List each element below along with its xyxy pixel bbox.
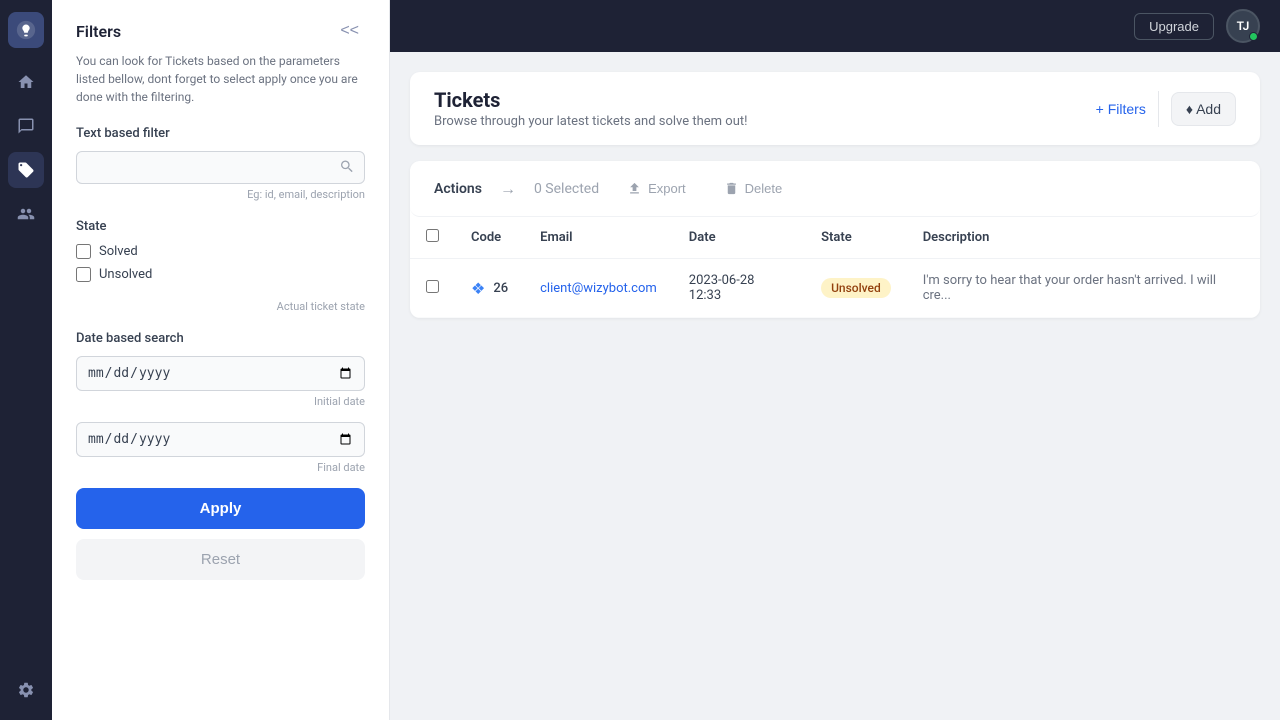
actions-label: Actions — [434, 181, 482, 197]
sidebar-item-settings[interactable] — [8, 672, 44, 708]
filter-panel-header: Filters << — [76, 20, 365, 42]
description-col-header: Description — [907, 217, 1260, 259]
sidebar-item-users[interactable] — [8, 196, 44, 232]
unsolved-label[interactable]: Unsolved — [99, 267, 152, 282]
reset-button[interactable]: Reset — [76, 539, 365, 580]
initial-date-input[interactable] — [76, 356, 365, 391]
initial-date-hint: Initial date — [76, 395, 365, 408]
add-button[interactable]: ♦ Add — [1171, 92, 1236, 126]
sidebar-item-home[interactable] — [8, 64, 44, 100]
avatar[interactable]: TJ — [1226, 9, 1260, 43]
description-text: I'm sorry to hear that your order hasn't… — [923, 273, 1216, 303]
tickets-title-section: Tickets Browse through your latest ticke… — [434, 88, 747, 129]
state-col-header: State — [805, 217, 907, 259]
filter-description: You can look for Tickets based on the pa… — [76, 52, 365, 106]
ticket-code-value: 26 — [493, 281, 508, 296]
date-section-label: Date based search — [76, 331, 365, 346]
row-date-cell: 2023-06-28 12:33 — [673, 259, 805, 318]
tickets-subtitle: Browse through your latest tickets and s… — [434, 114, 747, 129]
unsolved-checkbox[interactable] — [76, 267, 91, 282]
delete-button[interactable]: Delete — [714, 175, 793, 202]
row-code-cell: ❖ 26 — [455, 259, 524, 318]
solved-checkbox-row: Solved — [76, 244, 365, 259]
text-filter-label: Text based filter — [76, 126, 365, 141]
selected-count: 0 Selected — [534, 181, 599, 197]
table-header: Code Email Date State Description — [410, 217, 1260, 259]
select-all-col — [410, 217, 455, 259]
state-label: State — [76, 219, 365, 234]
table-row: ❖ 26 client@wizybot.com 2023-06-28 12:33 — [410, 259, 1260, 318]
row-select-cell — [410, 259, 455, 318]
email-link[interactable]: client@wizybot.com — [540, 281, 657, 296]
sidebar-item-chat[interactable] — [8, 108, 44, 144]
email-col-header: Email — [524, 217, 673, 259]
tag-icon: ❖ — [471, 279, 485, 298]
avatar-initials: TJ — [1237, 19, 1250, 33]
export-button[interactable]: Export — [617, 175, 696, 202]
search-button[interactable] — [339, 158, 355, 177]
row-email-cell: client@wizybot.com — [524, 259, 673, 318]
sidebar — [0, 0, 52, 720]
tickets-table: Code Email Date State Description — [410, 217, 1260, 318]
solved-label[interactable]: Solved — [99, 244, 138, 259]
state-section: State Solved Unsolved — [76, 219, 365, 282]
upgrade-button[interactable]: Upgrade — [1134, 13, 1214, 40]
sidebar-item-tags[interactable] — [8, 152, 44, 188]
text-filter-input[interactable] — [76, 151, 365, 184]
arrow-icon: → — [500, 179, 516, 199]
state-badge: Unsolved — [821, 278, 891, 298]
state-hint: Actual ticket state — [76, 300, 365, 313]
topbar: Upgrade TJ — [390, 0, 1280, 52]
filter-title: Filters — [76, 22, 121, 41]
date-col-header: Date — [673, 217, 805, 259]
row-checkbox[interactable] — [426, 280, 439, 293]
table-wrapper: Code Email Date State Description — [410, 217, 1260, 318]
filter-panel: Filters << You can look for Tickets base… — [52, 0, 390, 720]
content-area: Upgrade TJ Tickets Browse through your l… — [390, 0, 1280, 720]
row-state-cell: Unsolved — [805, 259, 907, 318]
select-all-checkbox[interactable] — [426, 229, 439, 242]
filters-button[interactable]: + Filters — [1096, 101, 1146, 117]
avatar-online-dot — [1249, 32, 1258, 41]
unsolved-checkbox-row: Unsolved — [76, 267, 365, 282]
solved-checkbox[interactable] — [76, 244, 91, 259]
text-filter-hint: Eg: id, email, description — [76, 188, 365, 201]
code-col-header: Code — [455, 217, 524, 259]
tickets-table-card: Actions → 0 Selected Export Delete — [410, 161, 1260, 318]
page-content: Tickets Browse through your latest ticke… — [390, 52, 1280, 720]
main-layout: Filters << You can look for Tickets base… — [52, 0, 1280, 720]
row-description-cell: I'm sorry to hear that your order hasn't… — [907, 259, 1260, 318]
date-section: Date based search Initial date Final dat… — [76, 331, 365, 474]
divider — [1158, 91, 1159, 127]
text-filter-wrapper — [76, 151, 365, 184]
tickets-header-card: Tickets Browse through your latest ticke… — [410, 72, 1260, 145]
tickets-title: Tickets — [434, 88, 747, 112]
collapse-button[interactable]: << — [334, 20, 365, 42]
final-date-hint: Final date — [76, 461, 365, 474]
actions-bar: Actions → 0 Selected Export Delete — [410, 161, 1260, 217]
tickets-actions-right: + Filters ♦ Add — [1096, 91, 1236, 127]
final-date-input[interactable] — [76, 422, 365, 457]
app-logo[interactable] — [8, 12, 44, 48]
table-body: ❖ 26 client@wizybot.com 2023-06-28 12:33 — [410, 259, 1260, 318]
apply-button[interactable]: Apply — [76, 488, 365, 529]
